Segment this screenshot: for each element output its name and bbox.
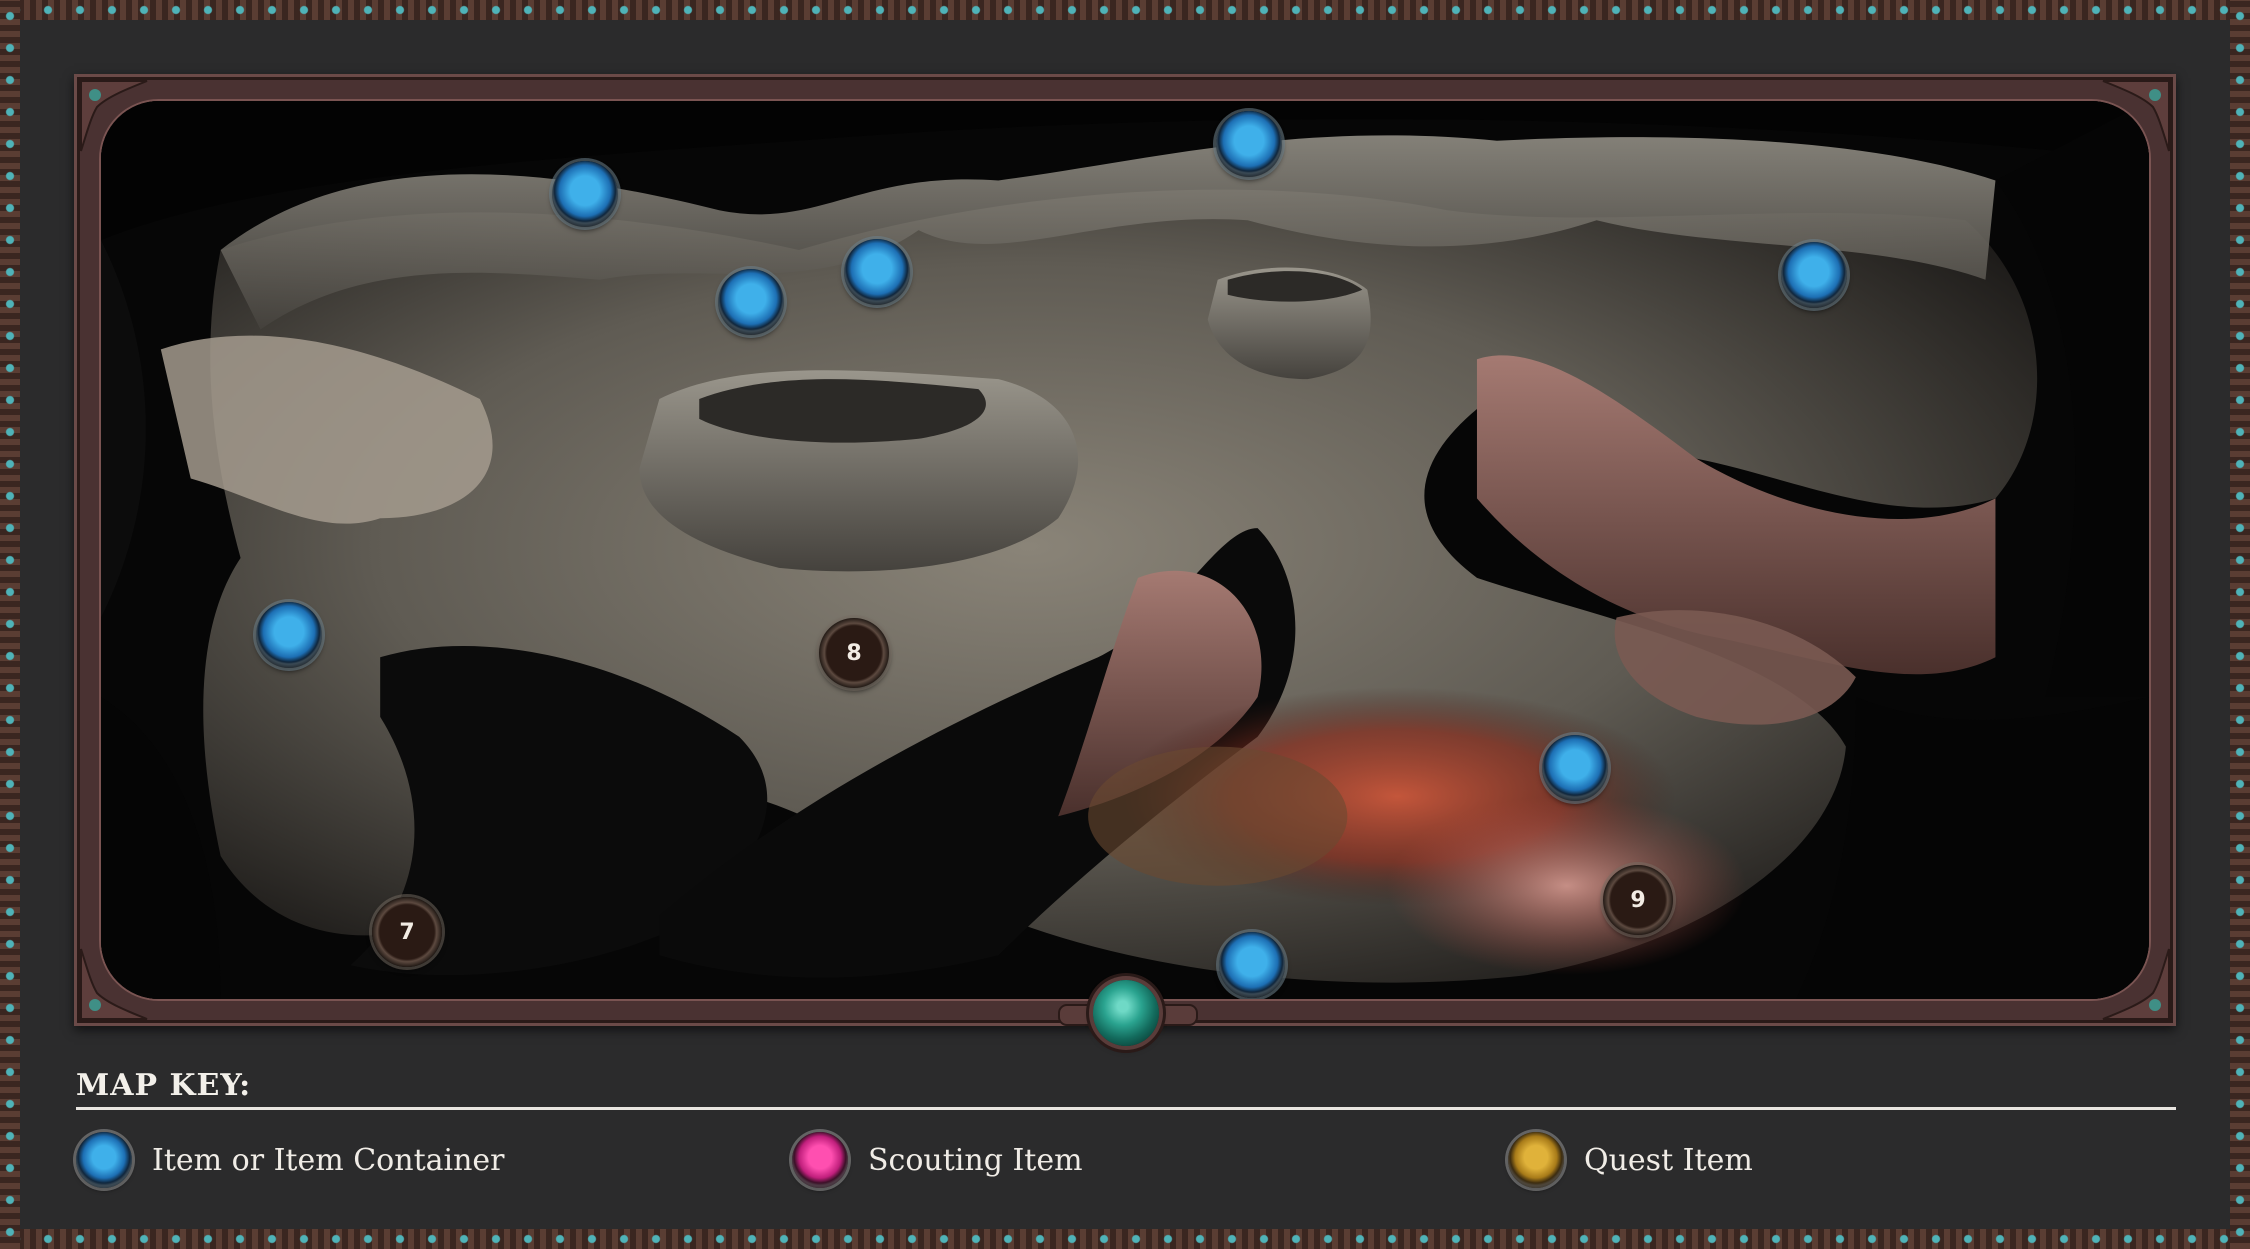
map-frame: 7 8 9 [74,74,2176,1026]
corner-ornament [77,943,157,1023]
item-marker[interactable] [256,602,322,668]
item-marker[interactable] [1216,111,1282,177]
top-border-ornament [0,0,2250,20]
bottom-border-ornament [0,1229,2250,1249]
corner-ornament [2093,943,2173,1023]
corner-ornament [2093,77,2173,157]
map-key-label: Item or Item Container [152,1142,505,1178]
gold-quest-marker-icon [1508,1132,1564,1188]
map-key-quest-item: Quest Item [1508,1130,1753,1190]
blue-item-marker-icon [76,1132,132,1188]
location-marker-9[interactable]: 9 [1603,865,1673,935]
location-marker-7[interactable]: 7 [372,897,442,967]
map-key-label: Quest Item [1584,1142,1753,1178]
item-marker[interactable] [1219,932,1285,998]
gem-ornament-icon [1093,980,1159,1046]
item-marker[interactable] [718,269,784,335]
cave-map: 7 8 9 [99,99,2151,1001]
map-key-title: MAP KEY: [76,1068,252,1103]
item-marker[interactable] [844,239,910,305]
item-marker[interactable] [1542,735,1608,801]
map-key-item-container: Item or Item Container [76,1130,505,1190]
left-border-ornament [0,0,20,1249]
pink-scouting-marker-icon [792,1132,848,1188]
corner-ornament [77,77,157,157]
map-key-scouting-item: Scouting Item [792,1130,1083,1190]
cave-map-art [101,101,2149,999]
item-marker[interactable] [552,161,618,227]
item-marker[interactable] [1781,242,1847,308]
location-marker-8[interactable]: 8 [819,618,889,688]
right-border-ornament [2230,0,2250,1249]
map-key-label: Scouting Item [868,1142,1083,1178]
map-key-divider [76,1107,2176,1110]
